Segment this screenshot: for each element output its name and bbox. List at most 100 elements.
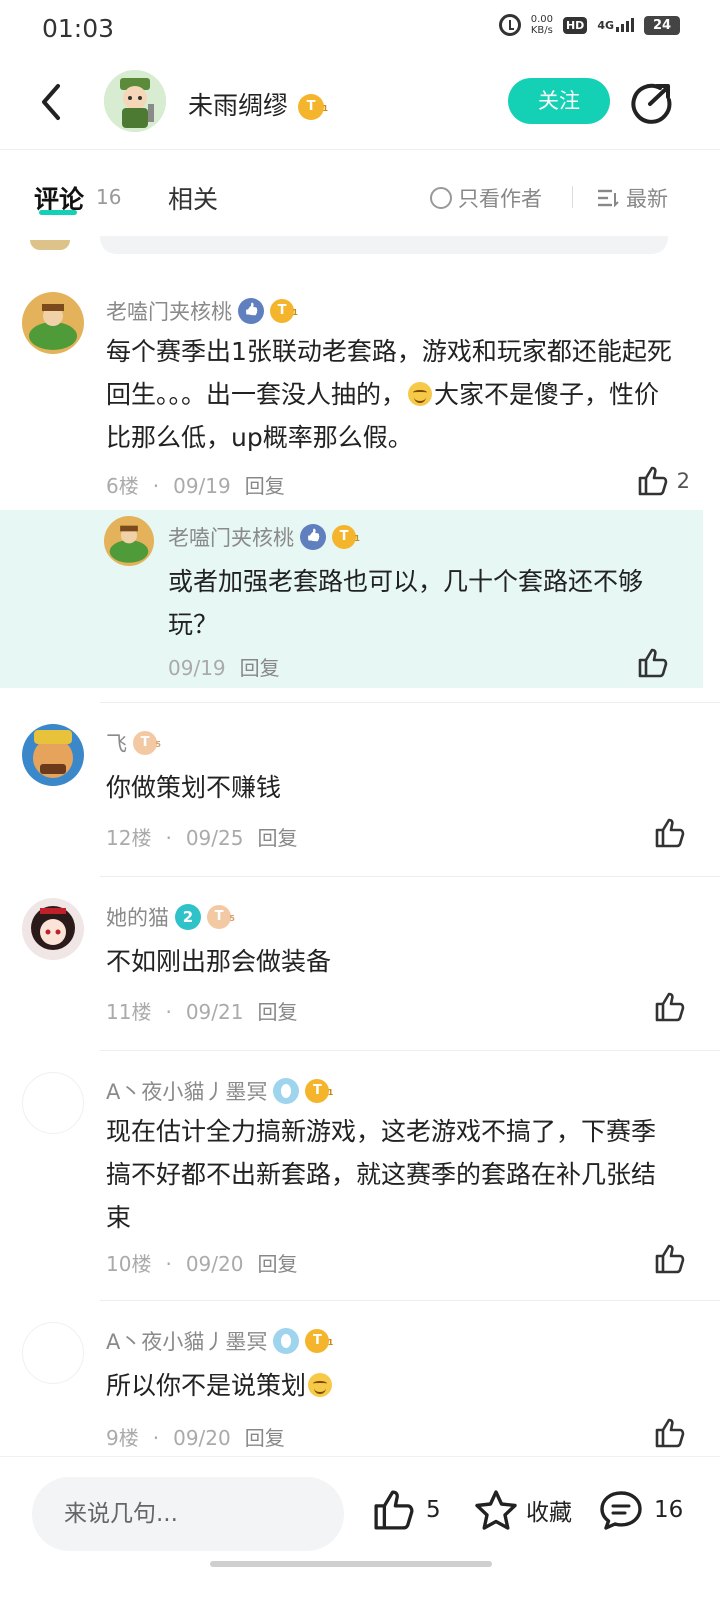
divider xyxy=(572,186,573,208)
thumbs-up-icon xyxy=(638,648,668,678)
level-badge: T xyxy=(298,94,328,122)
status-bar: 01:03 0.00 KB/s HD 4G 24 xyxy=(0,0,720,58)
reply-meta: 09/19 回复 xyxy=(168,652,280,681)
comment-meta: 11楼 · 09/21 回复 xyxy=(106,996,297,1025)
reply-date: 09/19 xyxy=(168,656,226,680)
reply-username[interactable]: 老嗑门夹核桃 xyxy=(168,522,294,552)
comment-item: A丶夜小貓丿墨冥 T 所以你不是说策划 9楼 · 09/20 回复 xyxy=(0,1320,720,1454)
fish-medal-icon xyxy=(273,1328,300,1354)
thumbs-up-icon xyxy=(655,818,685,848)
comment-username[interactable]: 飞 xyxy=(106,728,127,758)
comment-floor: 9楼 xyxy=(106,1426,139,1450)
comments-button[interactable]: 16 xyxy=(598,1489,683,1531)
status-time: 01:03 xyxy=(42,14,115,43)
comment-input[interactable]: 来说几句... xyxy=(32,1477,344,1551)
sort-toggle[interactable]: 最新 xyxy=(596,183,668,213)
meta-dot: · xyxy=(165,826,172,850)
network-type: 4G xyxy=(597,19,614,32)
like-button[interactable] xyxy=(654,818,686,848)
reply-button[interactable]: 回复 xyxy=(245,1426,285,1450)
comment-username-row: 老嗑门夹核桃 T xyxy=(106,296,298,326)
reply-button[interactable]: 回复 xyxy=(257,1000,297,1024)
previous-avatar-edge xyxy=(30,240,70,250)
commenter-avatar[interactable] xyxy=(22,292,84,354)
battery-icon: 24 xyxy=(644,15,680,35)
comment-floor: 6楼 xyxy=(106,474,139,498)
like-medal-icon xyxy=(300,524,326,550)
comment-date: 09/21 xyxy=(185,1000,244,1024)
only-author-toggle[interactable]: 只看作者 xyxy=(430,183,542,213)
smile-emoji-icon xyxy=(408,382,433,406)
commenter-avatar[interactable] xyxy=(22,1322,84,1384)
favorite-label: 收藏 xyxy=(526,1500,572,1526)
meta-dot: · xyxy=(165,1000,172,1024)
post-like-button[interactable]: 5 xyxy=(372,1489,441,1531)
share-button[interactable] xyxy=(630,82,674,124)
commenter-avatar[interactable] xyxy=(22,898,84,960)
comment-date: 09/20 xyxy=(173,1426,231,1450)
comment-username[interactable]: A丶夜小貓丿墨冥 xyxy=(106,1076,267,1106)
comment-tabs: 评论 16 相关 只看作者 最新 xyxy=(0,152,720,240)
like-medal-icon xyxy=(238,298,264,324)
comment-username[interactable]: 老嗑门夹核桃 xyxy=(106,296,232,326)
like-button[interactable] xyxy=(654,992,686,1022)
separator xyxy=(100,1300,720,1301)
meta-dot: · xyxy=(165,1252,172,1276)
network-speed-unit: KB/s xyxy=(530,25,553,36)
reply-button[interactable]: 回复 xyxy=(240,656,280,680)
network-speed-value: 0.00 xyxy=(530,14,553,25)
network-speed: 0.00 KB/s xyxy=(531,14,553,36)
star-icon xyxy=(475,1490,517,1530)
home-indicator[interactable] xyxy=(210,1561,492,1567)
comment-username[interactable]: 她的猫 xyxy=(106,902,169,932)
fish-medal-icon xyxy=(273,1078,300,1104)
like-button[interactable] xyxy=(654,1418,686,1448)
previous-reply-box-edge xyxy=(100,236,668,254)
separator xyxy=(100,702,720,703)
commenter-avatar[interactable] xyxy=(22,724,84,786)
comment-text: 每个赛季出1张联动老套路，游戏和玩家都还能起死回生。。。出一套没人抽的， 大家不是… xyxy=(106,330,676,459)
reply-button[interactable]: 回复 xyxy=(257,826,297,850)
thumbs-up-icon xyxy=(638,466,667,496)
thumbs-up-icon xyxy=(374,1490,414,1530)
thumbs-up-icon xyxy=(655,1244,685,1274)
commenter-avatar[interactable] xyxy=(22,1072,84,1134)
number-badge: 2 xyxy=(175,904,201,930)
comment-username-row: 飞 T xyxy=(106,728,161,758)
radio-circle-icon xyxy=(430,187,452,209)
favorite-button[interactable]: 收藏 xyxy=(474,1489,572,1531)
like-button[interactable]: 2 xyxy=(637,466,690,496)
like-button[interactable] xyxy=(637,648,669,678)
thumbs-up-icon xyxy=(655,992,685,1022)
comment-text: 现在估计全力搞新游戏，这老游戏不搞了，下赛季搞不好都不出新套路，就这赛季的套路在… xyxy=(106,1117,657,1232)
comment-item: A丶夜小貓丿墨冥 T 现在估计全力搞新游戏，这老游戏不搞了，下赛季搞不好都不出新… xyxy=(0,1070,720,1298)
commenter-avatar-image xyxy=(22,724,84,786)
reply-avatar[interactable] xyxy=(104,516,154,566)
follow-button[interactable]: 关注 xyxy=(508,78,610,124)
comment-item: 飞 T 你做策划不赚钱 12楼 · 09/25 回复 xyxy=(0,722,720,872)
commenter-avatar-image xyxy=(22,292,84,354)
author-name[interactable]: 未雨绸缪 xyxy=(188,91,288,120)
smile-emoji-icon xyxy=(308,1373,333,1397)
author-avatar[interactable] xyxy=(104,70,166,132)
comment-username-row: 她的猫 2 T xyxy=(106,902,235,932)
reply-avatar-image xyxy=(104,516,154,566)
signal-icon: 4G xyxy=(597,18,634,32)
status-icons: 0.00 KB/s HD 4G 24 xyxy=(498,14,680,36)
back-button[interactable] xyxy=(34,80,74,124)
comment-username[interactable]: A丶夜小貓丿墨冥 xyxy=(106,1326,267,1356)
reply-button[interactable]: 回复 xyxy=(245,474,285,498)
comment-meta: 10楼 · 09/20 回复 xyxy=(106,1248,297,1277)
author-name-row[interactable]: 未雨绸缪 T xyxy=(188,86,328,122)
comment-meta: 12楼 · 09/25 回复 xyxy=(106,822,297,851)
hd-icon: HD xyxy=(562,16,588,34)
like-button[interactable] xyxy=(654,1244,686,1274)
level-badge: T xyxy=(133,731,161,757)
comment-meta: 9楼 · 09/20 回复 xyxy=(106,1422,285,1451)
separator xyxy=(100,1050,720,1051)
tab-related[interactable]: 相关 xyxy=(168,180,218,216)
reply-button[interactable]: 回复 xyxy=(257,1252,297,1276)
meta-dot: · xyxy=(152,474,160,498)
level-badge: T xyxy=(207,905,235,931)
level-badge: T xyxy=(305,1329,333,1355)
